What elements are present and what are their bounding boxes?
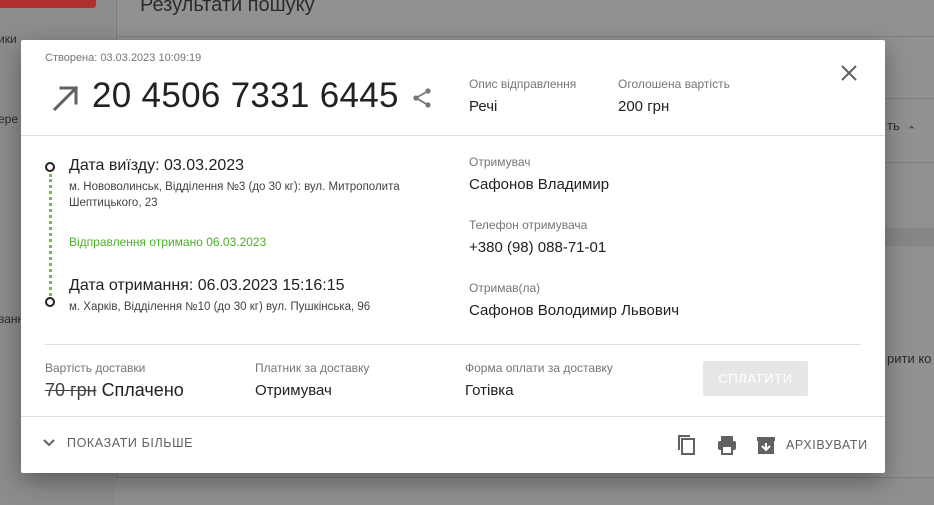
header-divider — [21, 135, 885, 136]
background-action-label: рити ко — [887, 351, 932, 366]
delivery-cost-label: Вартість доставки — [45, 361, 146, 375]
delivery-cost: 70 грн Сплачено — [45, 380, 184, 401]
timeline-dot-icon — [45, 297, 55, 307]
background-band — [885, 228, 934, 246]
content-divider — [45, 344, 861, 345]
arrival-address: м. Харків, Відділення №10 (до 30 кг) вул… — [69, 301, 371, 313]
footer-divider — [21, 416, 885, 417]
declared-value-label: Оголошена вартість — [618, 77, 730, 91]
background-divider — [116, 36, 934, 37]
phone-value: +380 (98) 088-71-01 — [469, 239, 607, 256]
background-page-title: Результати пошуку — [140, 0, 315, 16]
phone-label: Телефон отримувача — [469, 218, 588, 232]
recipient-value: Сафонов Владимир — [469, 176, 610, 193]
background-sort-label: ть — [887, 118, 900, 133]
delivery-cost-status: Сплачено — [101, 380, 184, 400]
archive-icon — [757, 437, 775, 454]
received-by-label: Отримав(ла) — [469, 281, 541, 295]
received-by-value: Сафонов Володимир Львович — [469, 302, 680, 319]
show-more-label: ПОКАЗАТИ БІЛЬШЕ — [67, 436, 194, 450]
close-icon[interactable] — [837, 61, 861, 85]
share-icon[interactable] — [410, 86, 434, 110]
tracking-number[interactable]: 20 4506 7331 6445 — [92, 76, 399, 116]
copy-icon[interactable] — [675, 433, 699, 457]
payer-value: Отримувач — [255, 382, 332, 399]
delivery-status: Відправлення отримано 06.03.2023 — [69, 235, 267, 249]
description-label: Опис відправлення — [469, 77, 577, 91]
background-sidebar-item: ере — [0, 112, 19, 126]
shipment-details-modal: Створена: 03.03.2023 10:09:19 20 4506 73… — [21, 40, 885, 473]
background-sort-icon: ⌃ — [907, 125, 917, 137]
departure-address: м. Нововолинськ, Відділення №3 (до 30 кг… — [69, 181, 400, 209]
recipient-label: Отримувач — [469, 155, 531, 169]
print-icon[interactable] — [715, 433, 739, 457]
payer-label: Платник за доставку — [255, 361, 370, 375]
background-sidebar-item: ики — [0, 32, 17, 46]
arrow-up-right-icon — [52, 85, 79, 112]
show-more-button[interactable]: ПОКАЗАТИ БІЛЬШЕ — [41, 435, 193, 451]
departure-date: Дата виїзду: 03.03.2023 — [69, 157, 245, 174]
pay-button[interactable]: СПЛАТИТИ — [703, 361, 808, 396]
declared-value: 200 грн — [618, 98, 670, 115]
payment-form-value: Готівка — [465, 382, 514, 399]
background-red-button — [0, 0, 96, 8]
timeline-dot-icon — [45, 162, 55, 172]
archive-label: АРХІВУВАТИ — [786, 438, 868, 452]
delivery-cost-old: 70 грн — [45, 380, 97, 400]
archive-button[interactable]: АРХІВУВАТИ — [754, 433, 868, 457]
chevron-down-icon — [43, 439, 55, 447]
arrival-date: Дата отримання: 06.03.2023 15:16:15 — [69, 277, 345, 294]
payment-form-label: Форма оплати за доставку — [465, 361, 613, 375]
created-date: Створена: 03.03.2023 10:09:19 — [45, 52, 202, 64]
timeline-line — [49, 174, 52, 296]
description-value: Речі — [469, 98, 498, 115]
